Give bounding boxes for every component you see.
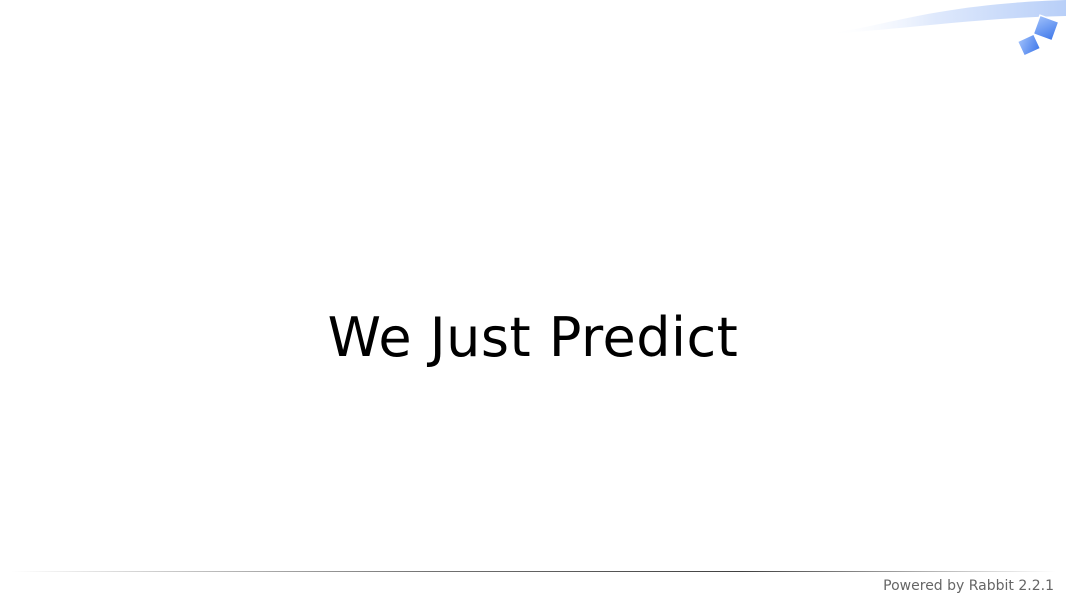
rabbit-corner-logo-icon (826, 0, 1066, 58)
cube-front (1016, 32, 1042, 58)
cube-back (1032, 14, 1060, 42)
powered-by-label: Powered by Rabbit 2.2.1 (883, 578, 1054, 594)
slide-title: We Just Predict (327, 306, 739, 369)
footer-divider (10, 571, 1056, 572)
slide: We Just Predict Powered by Rabbit 2.2.1 (0, 0, 1066, 600)
